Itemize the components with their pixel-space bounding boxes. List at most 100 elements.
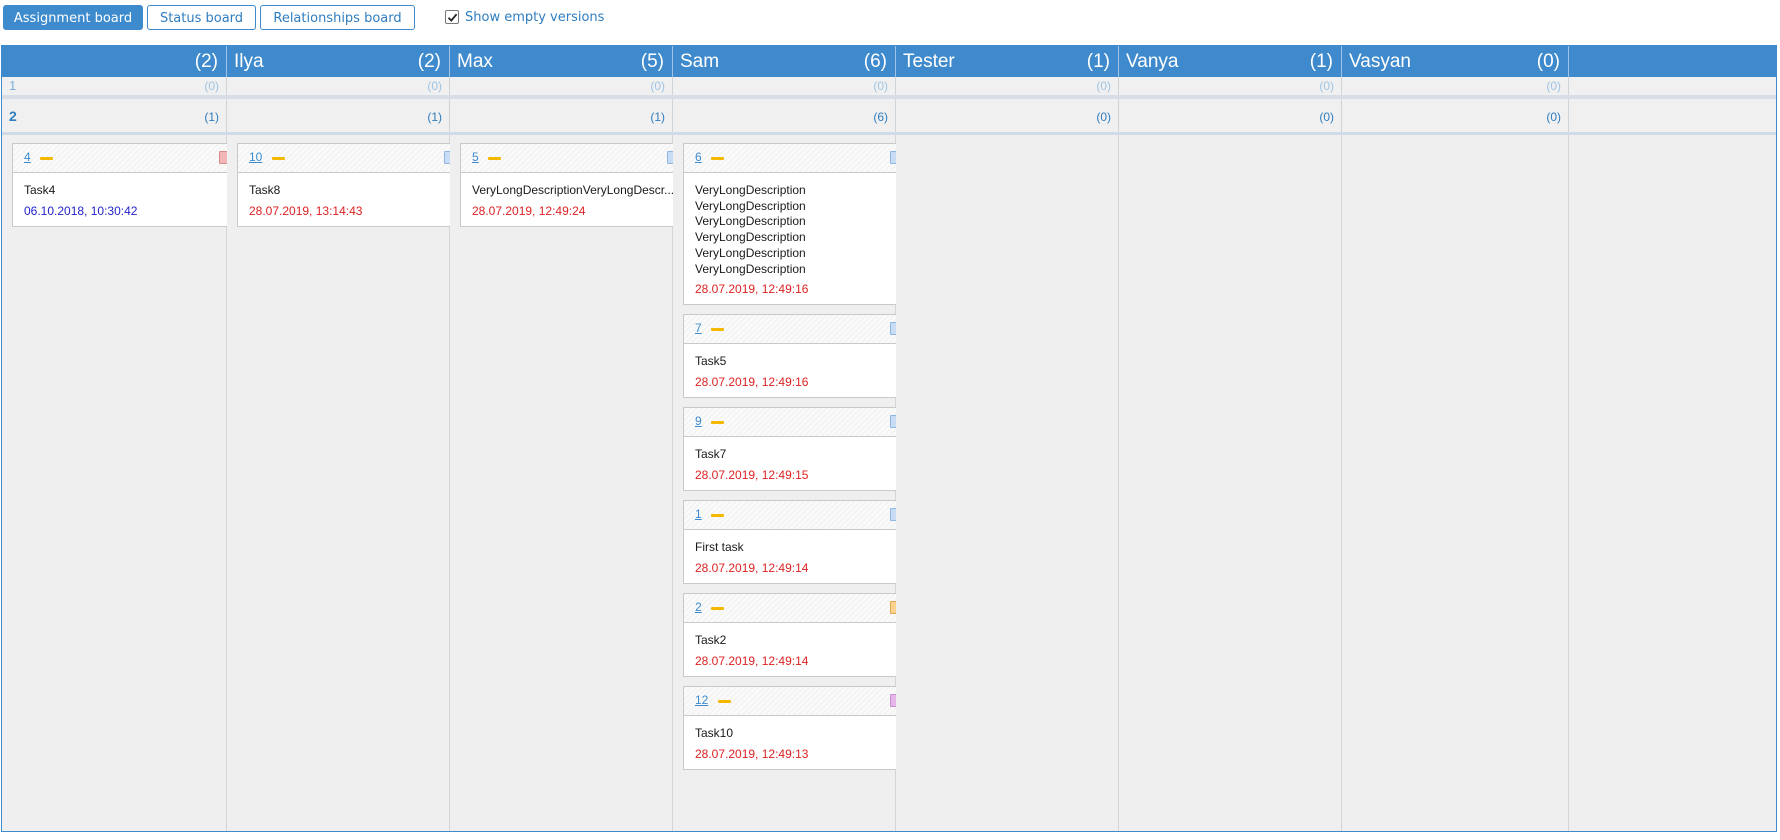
version-issue-count: (0) [1096, 110, 1111, 124]
version-cell[interactable]: (1) [227, 99, 450, 132]
card-issue-link[interactable]: 2 [695, 600, 702, 614]
card-header: 12 [684, 687, 916, 716]
assignment-board: (2) Ilya (2) Max (5) Sam (6) Tester (1) Vanya (1) V… [1, 45, 1777, 832]
version-cell[interactable]: (6) [673, 99, 896, 132]
column-header: Tester (1) [896, 46, 1119, 77]
card-issue-link[interactable]: 9 [695, 414, 702, 428]
card-content: Task10 28.07.2019, 12:49:13 [684, 716, 916, 769]
card-header: 6 [684, 144, 916, 173]
column-issue-count: (6) [863, 51, 887, 72]
card-description: Task2 [695, 633, 727, 647]
card-date: 06.10.2018, 10:30:42 [24, 203, 138, 218]
version-cell[interactable]: (0) [896, 77, 1119, 95]
card-description: Task4 [24, 183, 56, 197]
card-issue-link[interactable]: 6 [695, 150, 702, 164]
version-cell[interactable]: (0) [450, 77, 673, 95]
card-description: VeryLongDescription [695, 230, 806, 245]
card-issue-link[interactable]: 12 [695, 693, 708, 707]
issue-card[interactable]: 1 First task 28.07.2019, 12:49:14 [683, 500, 917, 584]
version-cell[interactable]: (0) [1119, 77, 1342, 95]
issue-card[interactable]: 12 Task10 28.07.2019, 12:49:13 [683, 686, 917, 770]
column-body [1119, 135, 1342, 831]
priority-dash-icon [711, 421, 724, 424]
version-cell[interactable]: (1) [450, 99, 673, 132]
version-issue-count: (0) [1319, 79, 1334, 93]
card-issue-link[interactable]: 7 [695, 321, 702, 335]
version-issue-count: (0) [873, 79, 888, 93]
card-content: VeryLongDescriptionVeryLongDescr... 28.0… [461, 173, 693, 226]
column-issue-count: (0) [1536, 51, 1560, 72]
show-empty-versions-checkbox[interactable] [445, 10, 459, 24]
card-description: Task5 [695, 354, 727, 368]
column-header: Vasyan (0) [1342, 46, 1569, 77]
card-issue-link[interactable]: 5 [472, 150, 479, 164]
card-description: VeryLongDescription [695, 198, 806, 213]
card-date: 28.07.2019, 12:49:16 [695, 374, 809, 389]
card-description: Task10 [695, 726, 734, 740]
version-issue-count: (0) [204, 79, 219, 93]
issue-card[interactable]: 4 Task4 06.10.2018, 10:30:42 [12, 143, 246, 227]
card-header: 2 [684, 594, 916, 623]
issue-card[interactable]: 10 Task8 28.07.2019, 13:14:43 [237, 143, 471, 227]
version-cell[interactable]: 1 (0) [2, 77, 227, 95]
version-cell[interactable]: (0) [1119, 99, 1342, 132]
card-date: 28.07.2019, 12:49:24 [472, 203, 586, 218]
status-board-tab[interactable]: Status board [147, 4, 256, 30]
card-issue-link[interactable]: 4 [24, 150, 31, 164]
version-cell[interactable]: (0) [1342, 99, 1569, 132]
priority-dash-icon [711, 157, 724, 160]
card-description: VeryLongDescription [695, 261, 806, 276]
version-cell[interactable]: (0) [227, 77, 450, 95]
version-cell[interactable]: 2 (1) [2, 99, 227, 132]
column-header: Sam (6) [673, 46, 896, 77]
version-issue-count: (0) [427, 79, 442, 93]
version-cell[interactable]: (0) [673, 77, 896, 95]
column-body: 6 VeryLongDescription VeryLongDescription… [673, 135, 917, 831]
column-issue-count: (1) [1086, 51, 1110, 72]
show-empty-versions-toggle[interactable]: Show empty versions [445, 10, 604, 25]
version-issue-count: (0) [650, 79, 665, 93]
card-issue-link[interactable]: 1 [695, 507, 702, 521]
issue-card[interactable]: 7 Task5 28.07.2019, 12:49:16 [683, 314, 917, 398]
version-cell[interactable]: (0) [1342, 77, 1569, 95]
card-issue-link[interactable]: 10 [249, 150, 262, 164]
version-issue-count: (1) [427, 110, 442, 124]
card-header: 4 [13, 144, 245, 173]
card-content: VeryLongDescription VeryLongDescription Ve… [684, 173, 916, 304]
column-body [896, 135, 1119, 831]
card-description: VeryLongDescriptionVeryLongDescr... [472, 183, 675, 197]
column-issue-count: (5) [640, 51, 664, 72]
card-date: 28.07.2019, 12:49:16 [695, 282, 809, 297]
version-row-2: 2 (1) (1) (1) (6) (0) (0) (0) [2, 99, 1776, 135]
card-header: 10 [238, 144, 470, 173]
show-empty-versions-label: Show empty versions [465, 9, 605, 25]
relationships-board-tab[interactable]: Relationships board [260, 4, 415, 30]
card-content: First task 28.07.2019, 12:49:14 [684, 530, 916, 583]
version-issue-count: (6) [873, 110, 888, 124]
version-label[interactable]: 1 [9, 78, 16, 93]
card-description: Task8 [249, 183, 281, 197]
card-content: Task4 06.10.2018, 10:30:42 [13, 173, 245, 226]
version-label[interactable]: 2 [9, 108, 17, 124]
assignment-board-tab[interactable]: Assignment board [3, 4, 143, 30]
column-assignee-name: Tester [903, 51, 955, 72]
priority-dash-icon [711, 328, 724, 331]
issue-card[interactable]: 6 VeryLongDescription VeryLongDescription… [683, 143, 917, 306]
version-row-1: 1 (0) (0) (0) (0) (0) (0) (0) [2, 77, 1776, 99]
version-issue-count: (0) [1319, 110, 1334, 124]
column-issue-count: (1) [1309, 51, 1333, 72]
priority-dash-icon [711, 514, 724, 517]
card-date: 28.07.2019, 12:49:13 [695, 746, 809, 761]
column-assignee-name: Max [457, 51, 493, 72]
card-header: 7 [684, 315, 916, 344]
issue-card[interactable]: 9 Task7 28.07.2019, 12:49:15 [683, 407, 917, 491]
version-issue-count: (0) [1096, 79, 1111, 93]
version-issue-count: (1) [204, 110, 219, 124]
version-cell[interactable]: (0) [896, 99, 1119, 132]
card-content: Task7 28.07.2019, 12:49:15 [684, 437, 916, 490]
issue-card[interactable]: 5 VeryLongDescriptionVeryLongDescr... 28… [460, 143, 694, 227]
column-header-row: (2) Ilya (2) Max (5) Sam (6) Tester (1) Vanya (1) V… [2, 46, 1776, 77]
issue-card[interactable]: 2 Task2 28.07.2019, 12:49:14 [683, 593, 917, 677]
priority-dash-icon [718, 700, 731, 703]
priority-dash-icon [711, 607, 724, 610]
